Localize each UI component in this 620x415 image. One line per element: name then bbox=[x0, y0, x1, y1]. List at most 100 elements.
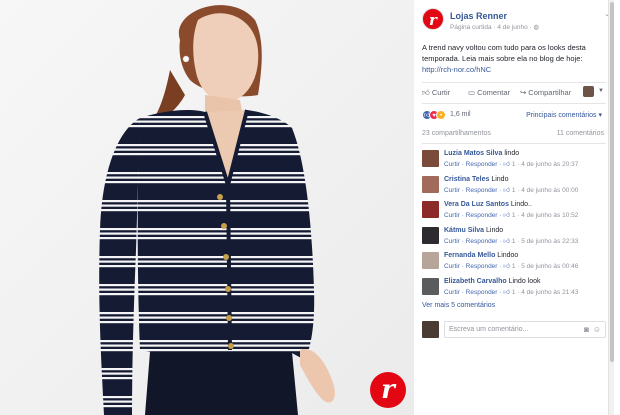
comment-text: Lindoo bbox=[497, 252, 519, 259]
comment-text: Lindo.. bbox=[510, 201, 532, 208]
comment-meta: Curtir · Responder · 👍︎ 1 · 4 de junho à… bbox=[444, 211, 578, 219]
post-actions: 👍︎ Curtir ▭ Comentar ↪ Compartilhar ▼ bbox=[422, 86, 606, 100]
commenter-avatar[interactable] bbox=[422, 226, 439, 244]
comment-input[interactable]: Escreva um comentário... ◙ ☺ bbox=[444, 321, 606, 338]
camera-icon[interactable]: ◙ bbox=[584, 325, 589, 334]
post-link[interactable]: http://rch-nor.co/hNC bbox=[422, 65, 491, 74]
globe-icon: ◍ bbox=[533, 24, 540, 31]
comment-meta: Curtir · Responder · 👍︎ 1 · 5 de junho à… bbox=[444, 237, 578, 245]
post-body-text: A trend navy voltou com tudo para os loo… bbox=[422, 43, 586, 63]
comment-actions[interactable]: Curtir · Responder · bbox=[444, 289, 503, 296]
smiley-icon[interactable]: ☺ bbox=[593, 325, 601, 334]
reactions-bar: 👍︎ ♥ • 1,6 mil Principais comentários ▾ bbox=[422, 110, 606, 122]
post-meta: Página curtida · 4 de junho · ◍ bbox=[450, 23, 539, 31]
comment-meta: Curtir · Responder · 👍︎ 1 · 4 de junho à… bbox=[444, 288, 578, 296]
comment-input-placeholder: Escreva um comentário... bbox=[449, 326, 529, 333]
comment-meta: Curtir · Responder · 👍︎ 1 · 4 de junho à… bbox=[444, 186, 578, 194]
comment-like-icon: 👍︎ bbox=[503, 263, 511, 270]
comment-text: Lindo look bbox=[508, 277, 541, 285]
comment-button[interactable]: ▭ Comentar bbox=[468, 88, 510, 97]
comment-actions[interactable]: Curtir · Responder · bbox=[444, 263, 503, 270]
commenter-avatar[interactable] bbox=[422, 150, 439, 167]
post-photo[interactable]: r bbox=[0, 0, 414, 415]
divider bbox=[422, 82, 606, 83]
reaction-count[interactable]: 1,6 mil bbox=[450, 111, 471, 118]
comment-text: lindo bbox=[504, 150, 520, 157]
comment-actions[interactable]: Curtir · Responder · bbox=[444, 161, 503, 168]
comment-label: Comentar bbox=[477, 88, 511, 97]
share-button[interactable]: ↪ Compartilhar bbox=[520, 88, 571, 97]
share-arrow-icon: ↪ bbox=[520, 88, 527, 97]
photo-illustration bbox=[0, 0, 414, 415]
page-name-link[interactable]: Lojas Renner bbox=[450, 11, 507, 21]
comment-time[interactable]: · 5 de junho às 22:33 bbox=[515, 238, 578, 245]
comment-item: Elizabeth Carvalho Lindo look Curtir · Re… bbox=[422, 276, 610, 302]
share-label: Compartilhar bbox=[528, 88, 572, 97]
scrollbar[interactable] bbox=[608, 0, 614, 415]
comment-time[interactable]: · 4 de junho às 00:00 bbox=[515, 187, 578, 194]
viewer-avatar bbox=[422, 321, 439, 338]
commenter-name[interactable]: Cristina Teles bbox=[444, 176, 489, 183]
divider bbox=[422, 143, 606, 144]
comment-item: Fernanda Mello Lindoo Curtir · Responder … bbox=[422, 250, 610, 276]
commenter-avatar[interactable] bbox=[422, 201, 439, 218]
speech-bubble-icon: ▭ bbox=[468, 88, 476, 97]
comments-count[interactable]: 11 comentários bbox=[557, 130, 604, 137]
comment-like-icon: 👍︎ bbox=[503, 161, 511, 168]
comment-time[interactable]: · 4 de junho às 10:52 bbox=[515, 212, 578, 219]
commenter-name[interactable]: Kátmu Silva bbox=[444, 227, 484, 234]
thumbs-up-icon: 👍︎ bbox=[422, 88, 430, 97]
comment-actions[interactable]: Curtir · Responder · bbox=[444, 212, 503, 219]
comment-body: Cristina Teles Lindo bbox=[444, 176, 508, 183]
comment-like-icon: 👍︎ bbox=[503, 288, 511, 296]
comment-composer: Escreva um comentário... ◙ ☺ bbox=[422, 318, 606, 340]
comment-text: Lindo bbox=[491, 175, 509, 183]
comment-time[interactable]: · 4 de junho às 20:37 bbox=[515, 161, 578, 168]
post-header: r Lojas Renner Página curtida · 4 de jun… bbox=[422, 8, 614, 34]
comment-body: Elizabeth Carvalho Lindo look bbox=[444, 278, 541, 285]
viewer-avatar[interactable] bbox=[583, 86, 594, 97]
wow-reaction-icon[interactable]: • bbox=[436, 110, 446, 120]
comment-item: Vera Da Luz Santos Lindo.. Curtir · Respo… bbox=[422, 199, 610, 225]
comment-body: Fernanda Mello Lindoo bbox=[444, 252, 518, 259]
comment-meta: Curtir · Responder · 👍︎ 1 · 5 de junho à… bbox=[444, 262, 578, 270]
divider bbox=[422, 103, 606, 104]
comment-item: Luzia Matos Silva lindo Curtir · Responde… bbox=[422, 148, 610, 174]
commenter-name[interactable]: Fernanda Mello bbox=[444, 252, 495, 259]
comment-sort-label: Principais comentários bbox=[526, 112, 597, 119]
page-avatar[interactable]: r bbox=[422, 8, 444, 30]
commenter-name[interactable]: Luzia Matos Silva bbox=[444, 150, 502, 157]
comment-body: Luzia Matos Silva lindo bbox=[444, 150, 519, 157]
comment-sort-dropdown[interactable]: Principais comentários ▾ bbox=[526, 111, 602, 119]
comment-body: Vera Da Luz Santos Lindo.. bbox=[444, 201, 532, 208]
comment-time[interactable]: · 5 de junho às 00:46 bbox=[515, 263, 578, 270]
comment-like-icon: 👍︎ bbox=[503, 186, 511, 194]
comment-text: Lindo bbox=[486, 226, 504, 234]
post-side-panel: r Lojas Renner Página curtida · 4 de jun… bbox=[414, 0, 614, 415]
comment-like-icon: 👍︎ bbox=[503, 237, 511, 245]
scrollbar-thumb[interactable] bbox=[610, 2, 614, 362]
commenter-avatar[interactable] bbox=[422, 252, 439, 269]
comment-item: Cristina Teles Lindo Curtir · Responder ·… bbox=[422, 174, 610, 200]
comment-like-icon: 👍︎ bbox=[503, 212, 511, 219]
comment-list: Luzia Matos Silva lindo Curtir · Responde… bbox=[422, 148, 610, 301]
commenter-avatar[interactable] bbox=[422, 175, 439, 193]
comment-time[interactable]: · 4 de junho às 21:43 bbox=[515, 289, 578, 296]
comment-item: Kátmu Silva Lindo Curtir · Responder · 👍︎… bbox=[422, 225, 610, 251]
comment-actions[interactable]: Curtir · Responder · bbox=[444, 238, 503, 245]
comment-actions[interactable]: Curtir · Responder · bbox=[444, 187, 503, 194]
commenter-name[interactable]: Vera Da Luz Santos bbox=[444, 201, 509, 208]
post-meta-text: Página curtida · 4 de junho · bbox=[450, 24, 534, 31]
shares-count[interactable]: 23 compartilhamentos bbox=[422, 130, 491, 137]
comment-meta: Curtir · Responder · 👍︎ 1 · 4 de junho à… bbox=[444, 160, 578, 168]
brand-logo: r bbox=[370, 372, 406, 408]
commenter-avatar[interactable] bbox=[422, 277, 439, 295]
chevron-down-icon[interactable]: ▼ bbox=[598, 88, 604, 94]
like-label: Curtir bbox=[431, 88, 451, 97]
commenter-name[interactable]: Elizabeth Carvalho bbox=[444, 278, 507, 285]
comment-body: Kátmu Silva Lindo bbox=[444, 227, 503, 234]
view-more-comments-link[interactable]: Ver mais 5 comentários bbox=[422, 302, 495, 309]
post-text: A trend navy voltou com tudo para os loo… bbox=[422, 42, 610, 75]
post-stats: 23 compartilhamentos 11 comentários bbox=[422, 130, 606, 140]
like-button[interactable]: 👍︎ Curtir bbox=[422, 88, 450, 98]
